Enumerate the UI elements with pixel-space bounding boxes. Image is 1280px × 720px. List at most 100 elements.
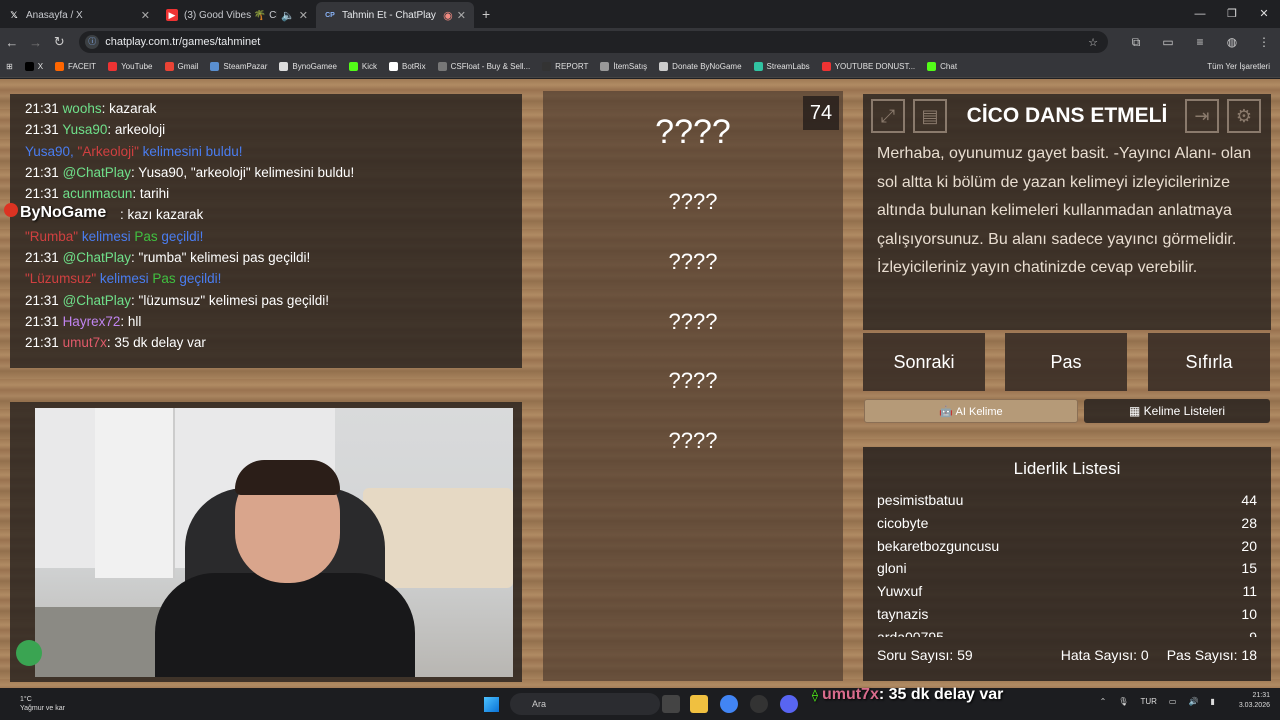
- bookmark-kick[interactable]: Kick: [348, 62, 377, 71]
- tab-x[interactable]: 𝕏 Anasayfa / X ✕: [0, 2, 158, 28]
- bookmark-streamlabs[interactable]: StreamLabs: [753, 62, 810, 71]
- weather-temp: 1°C: [20, 696, 32, 703]
- close-window-icon[interactable]: ✕: [1248, 0, 1280, 28]
- reload-icon[interactable]: ↻: [47, 34, 71, 50]
- tab-ai-word[interactable]: 🤖 AI Kelime: [864, 399, 1078, 423]
- bookmark-donate[interactable]: Donate ByNoGame: [659, 62, 742, 71]
- chat-line: 21:31 umut7x: 35 dk delay var: [25, 335, 206, 351]
- stream-chat-overlay: ⟠ umut7x : 35 dk delay var: [812, 684, 1003, 706]
- system-tray: ⌃ 🎙 TUR ▭ 🔊 ▮ 21:31 3.03.2026: [1088, 691, 1270, 711]
- bookmark-bynogamee[interactable]: BynoGamee: [279, 62, 337, 71]
- chat-system-line: "Rumba" kelimesi Pas geçildi!: [25, 228, 204, 244]
- obs-icon[interactable]: [750, 695, 768, 713]
- chat-line: 21:31 @ChatPlay: Yusa90, "arkeoloji" kel…: [25, 164, 355, 180]
- back-icon[interactable]: ←: [0, 35, 24, 50]
- bookmarks-bar: ⊞ X FACEIT YouTube Gmail SteamPazar Byno…: [0, 56, 1280, 78]
- kick-icon: ⟠: [812, 688, 818, 702]
- green-action-icon[interactable]: [16, 640, 42, 666]
- task-view-icon[interactable]: [662, 695, 680, 713]
- hidden-word: ????: [668, 428, 718, 453]
- leaderboard-row: cicobyte 28: [877, 514, 1257, 531]
- weather-widget[interactable]: 1°C Yağmur ve kar: [20, 695, 65, 713]
- taskbar-search[interactable]: Ara: [510, 693, 660, 715]
- close-tab-icon[interactable]: ✕: [457, 9, 466, 22]
- bookmark-steampazar[interactable]: SteamPazar: [210, 62, 267, 71]
- pass-count: Pas Sayısı: 18: [1166, 647, 1257, 663]
- settings-gear-icon[interactable]: ⚙: [1227, 99, 1261, 133]
- clock[interactable]: 21:31 3.03.2026: [1227, 691, 1270, 711]
- discord-icon[interactable]: [780, 695, 798, 713]
- bookmark-star-icon[interactable]: ☆: [1088, 36, 1098, 49]
- tab-strip: 𝕏 Anasayfa / X ✕ ▶ (3) Good Vibes 🌴 Chil…: [0, 0, 1280, 28]
- media-icon[interactable]: ≡: [1184, 35, 1216, 50]
- hidden-word: ????: [668, 309, 718, 334]
- apps-icon[interactable]: ⊞: [6, 62, 13, 71]
- address-bar[interactable]: ⓘ chatplay.com.tr/games/tahminet ☆: [79, 31, 1108, 53]
- site-info-icon[interactable]: ⓘ: [85, 35, 100, 49]
- bookmark-gmail[interactable]: Gmail: [164, 62, 198, 71]
- chat-line: 21:31 Yusa90: arkeoloji: [25, 122, 166, 138]
- tray-expand-icon[interactable]: ⌃: [1100, 697, 1107, 706]
- bynogame-mark-icon: [4, 203, 18, 217]
- bookmark-report[interactable]: REPORT: [542, 62, 588, 71]
- restore-icon[interactable]: ❐: [1216, 0, 1248, 28]
- pass-button[interactable]: Pas: [1005, 333, 1127, 391]
- profile-avatar-icon[interactable]: ◍: [1216, 35, 1248, 50]
- extensions-icon[interactable]: ⧉: [1120, 35, 1152, 50]
- cast-icon[interactable]: ▭: [1152, 35, 1184, 50]
- leaderboard-row: arda00795 9: [877, 628, 1257, 637]
- x-logo-icon: 𝕏: [10, 9, 18, 20]
- chat-system-line: Yusa90, "Arkeoloji" kelimesini buldu!: [25, 143, 243, 159]
- menu-icon[interactable]: ⋮: [1248, 35, 1280, 50]
- all-bookmarks-folder[interactable]: Tüm Yer İşaretleri: [1207, 62, 1270, 71]
- webcam-video: [35, 408, 513, 677]
- tab-chatplay[interactable]: CP Tahmin Et - ChatPlay ◉ ✕: [316, 2, 474, 28]
- volume-icon[interactable]: 🔊: [1188, 697, 1198, 706]
- hidden-word-main: ????: [655, 113, 731, 151]
- microphone-icon[interactable]: 🎙: [1118, 697, 1128, 706]
- tab-youtube[interactable]: ▶ (3) Good Vibes 🌴 Chill Ho 🔈 ✕: [158, 2, 316, 28]
- chatplay-icon: CP: [325, 11, 335, 19]
- bookmark-youtube-donust[interactable]: YOUTUBE DONUST...: [821, 62, 915, 71]
- leaderboard-row: Yuwxuf 11: [877, 583, 1257, 600]
- taskbar: 1°C Yağmur ve kar Ara ⌃ 🎙 TUR ▭ 🔊 ▮ 21:3…: [0, 688, 1280, 720]
- new-tab-button[interactable]: +: [482, 6, 490, 22]
- tab-title: Tahmin Et - ChatPlay: [342, 9, 436, 21]
- close-tab-icon[interactable]: ✕: [141, 9, 150, 22]
- network-icon[interactable]: ▭: [1169, 697, 1177, 706]
- minimize-icon[interactable]: —: [1184, 0, 1216, 28]
- reset-button[interactable]: Sıfırla: [1148, 333, 1270, 391]
- bookmark-faceit[interactable]: FACEIT: [55, 62, 96, 71]
- forward-icon[interactable]: →: [24, 35, 48, 50]
- windows-start-icon[interactable]: [484, 697, 499, 712]
- bookmark-x[interactable]: X: [24, 62, 43, 71]
- file-explorer-icon[interactable]: [690, 695, 708, 713]
- language-indicator[interactable]: TUR: [1140, 697, 1156, 706]
- bookmark-csfloat[interactable]: CSFloat - Buy & Sell...: [437, 62, 530, 71]
- tab-word-lists[interactable]: ▦ Kelime Listeleri: [1084, 399, 1270, 423]
- hidden-word: ????: [668, 189, 718, 214]
- hidden-word: ????: [668, 368, 718, 393]
- game-stats: Soru Sayısı: 59 Hata Sayısı: 0 Pas Sayıs…: [877, 647, 1257, 663]
- chat-line: 21:31 woohs: kazarak: [25, 101, 157, 116]
- chat-panel: 21:31 woohs: kazarak 21:31 Yusa90: arkeo…: [10, 94, 522, 368]
- exit-icon[interactable]: ⇥: [1185, 99, 1219, 133]
- error-count: Hata Sayısı: 0: [1060, 647, 1149, 663]
- chat-line: 21:31 Hayrex72: hll: [25, 313, 142, 329]
- youtube-icon: ▶: [166, 9, 178, 21]
- mute-icon[interactable]: 🔈: [281, 9, 295, 22]
- chat-line: 21:31 @ChatPlay: "rumba" kelimesi pas ge…: [25, 250, 311, 266]
- bookmark-itemsatis[interactable]: İtemSatış: [600, 62, 647, 71]
- bookmark-youtube[interactable]: YouTube: [108, 62, 153, 71]
- leaderboard-list[interactable]: pesimistbatuu 44 cicobyte 28 bekaretbozgun…: [877, 489, 1257, 637]
- weather-desc: Yağmur ve kar: [20, 705, 65, 712]
- overlay-user: umut7x: [821, 686, 879, 703]
- close-tab-icon[interactable]: ✕: [299, 9, 308, 22]
- webcam-panel: [10, 402, 522, 682]
- chrome-icon[interactable]: [720, 695, 738, 713]
- next-button[interactable]: Sonraki: [863, 333, 985, 391]
- bookmark-chat[interactable]: Chat: [927, 62, 957, 71]
- bookmark-botrix[interactable]: BotRix: [389, 62, 426, 71]
- battery-icon[interactable]: ▮: [1210, 697, 1214, 706]
- tab-title: (3) Good Vibes 🌴 Chill Ho: [184, 9, 277, 21]
